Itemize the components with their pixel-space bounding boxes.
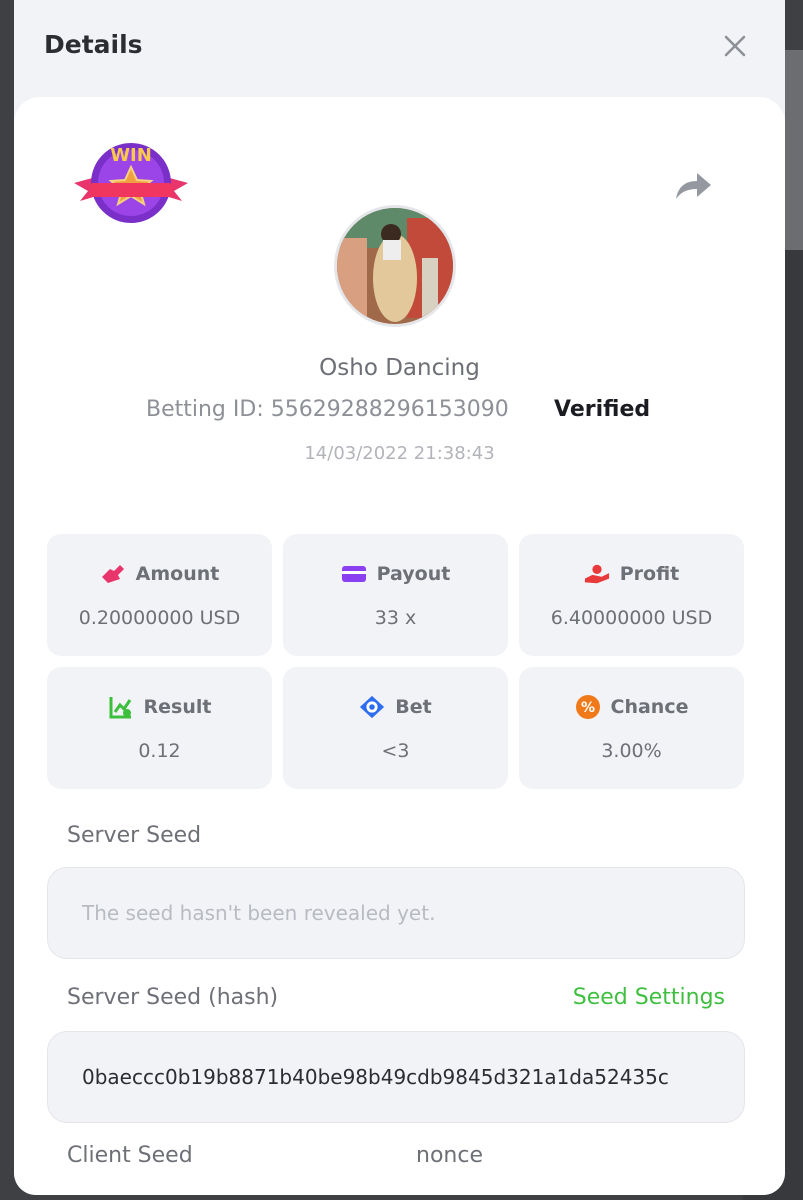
svg-text:%: % <box>581 700 595 716</box>
bet-dice-icon <box>359 694 385 720</box>
bet-timestamp: 14/03/2022 21:38:43 <box>304 443 495 464</box>
bet-stats-grid: Amount 0.20000000 USD Payout 33 x Profit… <box>47 534 745 789</box>
server-seed-hash-label: Server Seed (hash) <box>67 985 279 1010</box>
stat-label: Chance <box>610 696 689 718</box>
stat-label: Payout <box>376 563 451 585</box>
stat-label: Bet <box>395 696 432 718</box>
stat-value: 0.20000000 USD <box>78 607 241 629</box>
game-thumbnail <box>334 205 456 327</box>
payout-card-icon <box>341 561 367 587</box>
stat-label: Result <box>143 696 212 718</box>
result-chart-icon <box>108 694 134 720</box>
stat-label: Amount <box>135 563 220 585</box>
client-seed-label: Client Seed <box>67 1143 193 1168</box>
stat-amount: Amount 0.20000000 USD <box>47 534 272 656</box>
nonce-label: nonce <box>416 1143 483 1168</box>
stat-value: 3.00% <box>601 740 662 762</box>
seed-settings-link[interactable]: Seed Settings <box>573 985 725 1010</box>
amount-icon <box>100 561 126 587</box>
server-seed-hash-field[interactable]: 0baeccc0b19b8871b40be98b49cdb9845d321a1d… <box>47 1031 745 1123</box>
stat-chance: % Chance 3.00% <box>519 667 744 789</box>
stat-result: Result 0.12 <box>47 667 272 789</box>
game-name: Osho Dancing <box>319 355 480 381</box>
stat-profit: Profit 6.40000000 USD <box>519 534 744 656</box>
verified-badge: Verified <box>554 397 651 422</box>
stat-value: 6.40000000 USD <box>550 607 713 629</box>
server-seed-hash-value: 0baeccc0b19b8871b40be98b49cdb9845d321a1d… <box>82 1065 669 1089</box>
close-button[interactable] <box>717 28 753 64</box>
stat-bet: Bet <3 <box>283 667 508 789</box>
win-badge-text: WIN <box>110 145 152 166</box>
share-button[interactable] <box>673 167 713 203</box>
stat-value: 33 x <box>374 607 417 629</box>
stat-payout: Payout 33 x <box>283 534 508 656</box>
chance-percent-icon: % <box>575 694 601 720</box>
bet-details-card: WIN Osho Dancing Betting ID: 55629288296… <box>14 97 785 1195</box>
server-seed-placeholder: The seed hasn't been revealed yet. <box>82 901 436 925</box>
profit-hand-icon <box>584 561 610 587</box>
details-modal: Details WIN Osho Dancing Betting ID: 556… <box>14 0 785 1195</box>
modal-header: Details <box>14 0 785 97</box>
win-badge-icon: WIN <box>74 143 188 223</box>
modal-title: Details <box>44 30 143 59</box>
stat-value: <3 <box>381 740 410 762</box>
server-seed-label: Server Seed <box>67 823 202 848</box>
stat-value: 0.12 <box>138 740 181 762</box>
betting-id-row: Betting ID: 55629288296153090 <box>146 397 509 422</box>
close-icon <box>724 35 746 57</box>
server-seed-field: The seed hasn't been revealed yet. <box>47 867 745 959</box>
game-thumbnail-image <box>337 208 453 324</box>
betting-id-value: 55629288296153090 <box>270 397 509 422</box>
stat-label: Profit <box>619 563 680 585</box>
betting-id-label: Betting ID: <box>146 397 264 422</box>
share-arrow-icon <box>676 173 711 199</box>
